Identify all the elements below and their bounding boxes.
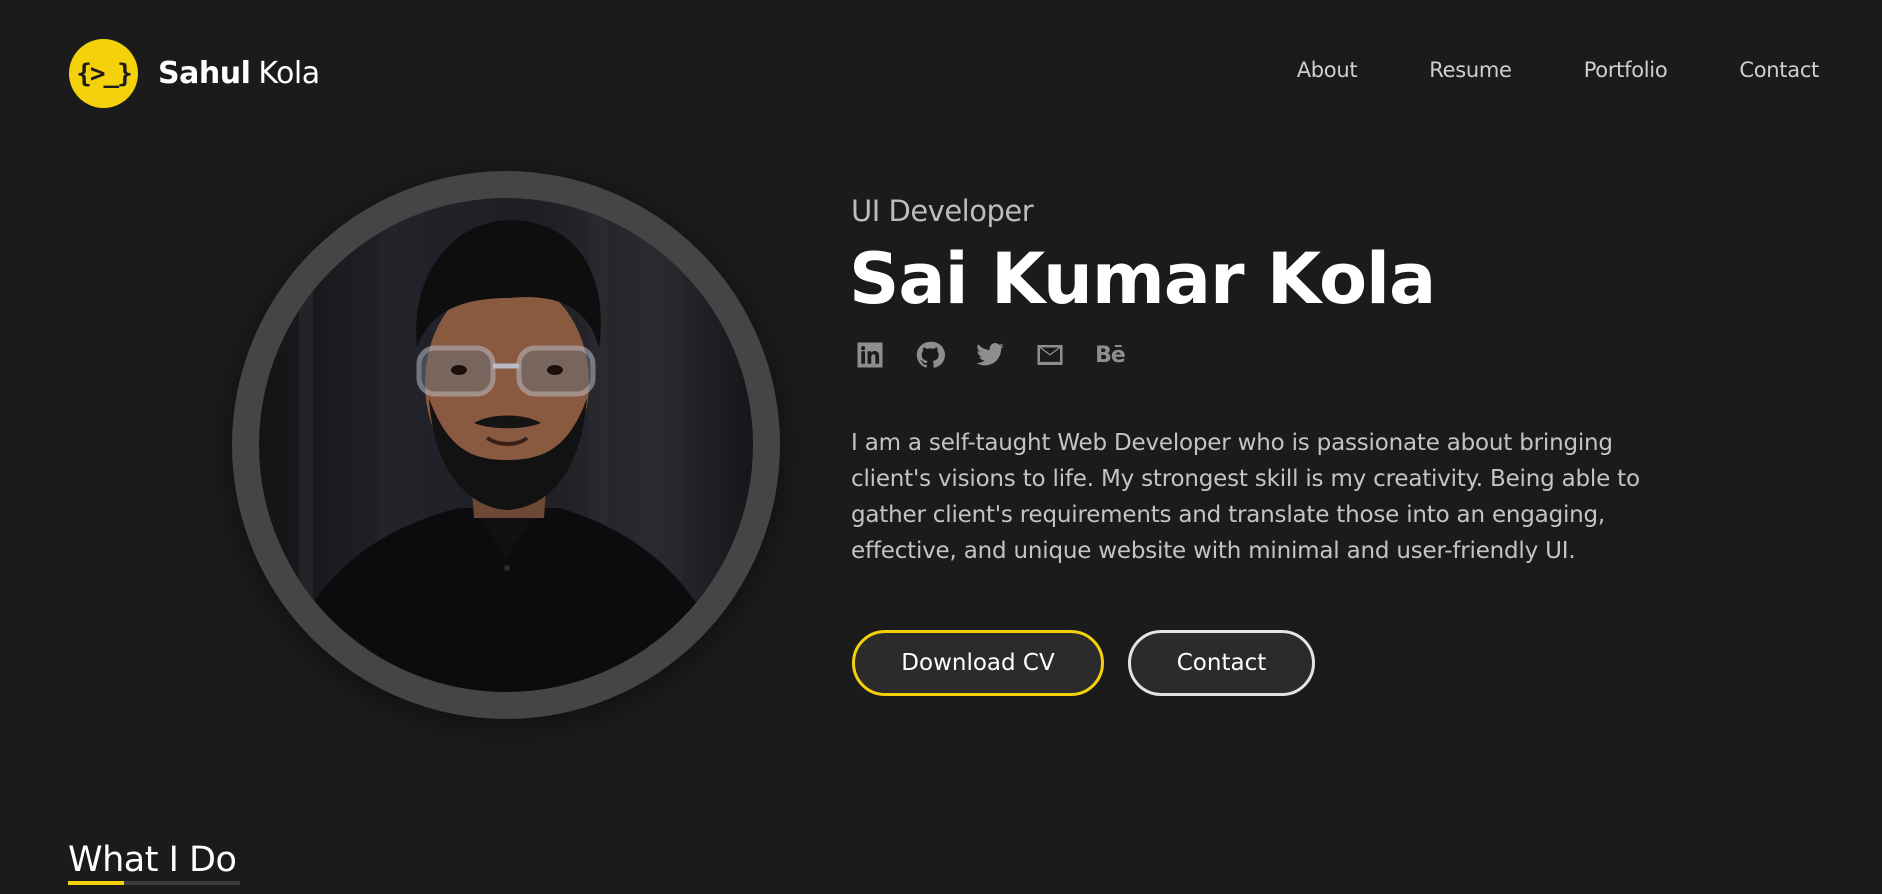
logo-icon[interactable]: {>_} (69, 39, 138, 108)
brand[interactable]: {>_} Sahul Kola (69, 39, 320, 108)
hero-name: Sai Kumar Kola (849, 238, 1436, 320)
nav-resume[interactable]: Resume (1429, 58, 1512, 82)
avatar-ring (232, 171, 780, 719)
brand-first-name: Sahul (158, 56, 251, 91)
section-title: What I Do (68, 840, 237, 880)
nav-about[interactable]: About (1297, 58, 1358, 82)
twitter-icon[interactable] (973, 338, 1007, 372)
main-nav: About Resume Portfolio Contact (1225, 58, 1820, 82)
job-title: UI Developer (851, 194, 1034, 228)
brand-name[interactable]: Sahul Kola (158, 56, 320, 91)
section-underline (68, 881, 240, 885)
section-underline-accent (68, 881, 124, 885)
contact-button[interactable]: Contact (1128, 630, 1315, 696)
github-icon[interactable] (913, 338, 947, 372)
portrait-illustration (279, 198, 733, 692)
download-cv-button[interactable]: Download CV (852, 630, 1104, 696)
nav-portfolio[interactable]: Portfolio (1584, 58, 1668, 82)
brand-last-name: Kola (258, 56, 320, 91)
avatar-photo (259, 198, 753, 692)
portfolio-page: {>_} Sahul Kola About Resume Portfolio Co… (0, 0, 1882, 894)
mail-icon[interactable] (1033, 338, 1067, 372)
linkedin-icon[interactable] (853, 338, 887, 372)
social-links: Bē (853, 338, 1153, 372)
behance-icon[interactable]: Bē (1093, 338, 1127, 372)
bio-text: I am a self-taught Web Developer who is … (851, 430, 1640, 564)
nav-contact[interactable]: Contact (1739, 58, 1819, 82)
